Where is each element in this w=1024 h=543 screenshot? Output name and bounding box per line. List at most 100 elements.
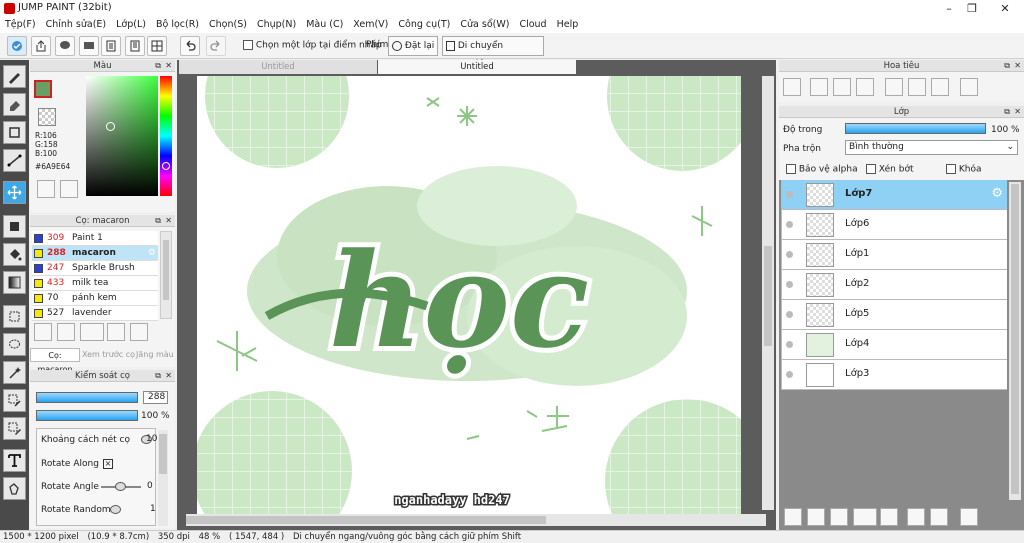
rotate-angle-knob[interactable] [115,482,126,491]
move-horizontal-vertical-button[interactable]: Di chuyển ngang/dọc [442,36,544,69]
select-layer-checkbox[interactable]: Chọn một lớp tại điểm nhấp [243,40,382,51]
gradient-tool-icon[interactable] [3,271,26,294]
actual-size-icon[interactable] [856,78,874,96]
export-icon[interactable] [31,36,51,56]
foreground-color-swatch[interactable] [34,80,52,98]
menu-file[interactable]: Tệp(F) [0,17,41,33]
new-8bit-layer-icon[interactable] [830,508,848,526]
brush-new-icon[interactable] [57,323,75,341]
brush-item[interactable]: 527 lavender [32,306,158,321]
layer-row[interactable]: Lớp4 [781,330,1007,360]
list-icon[interactable] [125,36,145,56]
layer-folder-icon[interactable] [880,508,898,526]
picker-cursor[interactable] [106,122,115,131]
layer-row[interactable]: Lớp3 [781,360,1007,390]
maximize-button[interactable]: ❐ [957,0,987,17]
hand-tool-icon[interactable] [3,477,26,500]
menu-filter[interactable]: Bộ lọc(R) [151,17,204,33]
lock-option[interactable]: Khóa [946,164,982,175]
duplicate-layer-icon[interactable] [907,508,925,526]
protect-alpha-option[interactable]: Bảo vệ alpha [786,164,858,175]
menu-edit[interactable]: Chỉnh sửa(E) [41,17,112,33]
palette-settings-icon[interactable] [60,180,78,198]
tab-swatches[interactable]: Jăng màu [136,348,176,362]
panel-close-icon[interactable]: ✕ [1014,61,1021,71]
undo-icon[interactable] [180,36,200,56]
select-eraser-tool-icon[interactable] [3,417,26,440]
tab-brush-preview[interactable]: Xem trước cọ [82,348,136,362]
brush-size-slider[interactable] [36,392,138,403]
panel-close-icon[interactable]: ✕ [165,371,172,381]
brush-item[interactable]: 433 milk tea [32,276,158,291]
new-halftone-layer-icon[interactable] [807,508,825,526]
layer-row[interactable]: Lớp6 [781,210,1007,240]
menu-window[interactable]: Cửa sổ(W) [455,17,514,33]
clipping-option[interactable]: Xén bớt [866,164,914,175]
tab-brush[interactable]: Cọ: macaron [30,348,80,374]
brush-folder-icon[interactable] [130,323,148,341]
lock-checkbox[interactable] [946,164,956,174]
visibility-toggle[interactable] [786,191,793,198]
rotate-along-checkbox[interactable]: × [103,459,113,469]
select-layer-check[interactable] [243,40,253,50]
layers-scrollbar[interactable] [1009,182,1021,500]
hue-slider[interactable] [160,76,172,196]
clipping-checkbox[interactable] [866,164,876,174]
brush-size-value[interactable]: 288 [143,391,168,404]
undock-icon[interactable]: ⧉ [155,216,161,226]
brush-tool-icon[interactable] [3,65,26,88]
reset-button[interactable]: Đặt lại [388,36,438,56]
message-icon[interactable] [79,36,99,56]
menu-color[interactable]: Màu (C) [301,17,348,33]
merge-layer-icon[interactable] [930,508,948,526]
layer-row[interactable]: Lớp2 [781,270,1007,300]
menu-capture[interactable]: Chụp(N) [252,17,301,33]
gear-icon[interactable]: ⚙ [991,186,1003,201]
menu-cloud[interactable]: Cloud [514,17,551,33]
grid-icon[interactable] [147,36,167,56]
reset-view-icon[interactable] [960,78,978,96]
undock-icon[interactable]: ⧉ [155,371,161,381]
menu-select[interactable]: Chọn(S) [204,17,252,33]
comment-icon[interactable] [55,36,75,56]
document-icon[interactable] [101,36,121,56]
palette-icon[interactable] [37,180,55,198]
redo-icon[interactable] [206,36,226,56]
delete-layer-icon[interactable] [960,508,978,526]
blend-mode-select[interactable]: Bình thường ⌄ [845,140,1018,155]
undock-icon[interactable]: ⧉ [1004,107,1010,117]
brush-add-icon[interactable] [34,323,52,341]
panel-close-icon[interactable]: ✕ [1014,107,1021,117]
menu-layer[interactable]: Lớp(L) [111,17,151,33]
panel-close-icon[interactable]: ✕ [165,216,172,226]
visibility-toggle[interactable] [786,311,793,318]
add-layer-menu-icon[interactable] [853,508,877,526]
undock-icon[interactable]: ⧉ [1004,61,1010,71]
menu-help[interactable]: Help [552,17,584,33]
brush-item[interactable]: 247 Sparkle Brush [32,261,158,276]
gear-icon[interactable]: ⚙ [148,246,156,260]
document-tab[interactable]: Untitled [179,60,377,74]
visibility-toggle[interactable] [786,221,793,228]
fit-screen-icon[interactable] [833,78,851,96]
menu-view[interactable]: Xem(V) [348,17,393,33]
select-rect-tool-icon[interactable] [3,305,26,328]
canvas-horizontal-scrollbar[interactable] [186,514,766,526]
brush-copy-icon[interactable] [107,323,125,341]
hue-cursor[interactable] [162,162,170,170]
transparent-color-swatch[interactable] [38,108,56,126]
rotate-right-icon[interactable] [931,78,949,96]
visibility-toggle[interactable] [786,341,793,348]
zoom-in-icon[interactable] [810,78,828,96]
document-tab-active[interactable]: Untitled [378,60,576,74]
brush-item-selected[interactable]: 288 macaron ⚙ [32,246,158,261]
text-tool-icon[interactable] [3,449,26,472]
protect-alpha-checkbox[interactable] [786,164,796,174]
rectangle-tool-icon[interactable] [3,121,26,144]
lasso-tool-icon[interactable] [3,333,26,356]
eraser-tool-icon[interactable] [3,93,26,116]
select-pen-tool-icon[interactable] [3,389,26,412]
line-tool-icon[interactable] [3,149,26,172]
brush-menu-icon[interactable] [80,323,104,341]
layer-row-selected[interactable]: Lớp7 ⚙ [781,180,1007,210]
